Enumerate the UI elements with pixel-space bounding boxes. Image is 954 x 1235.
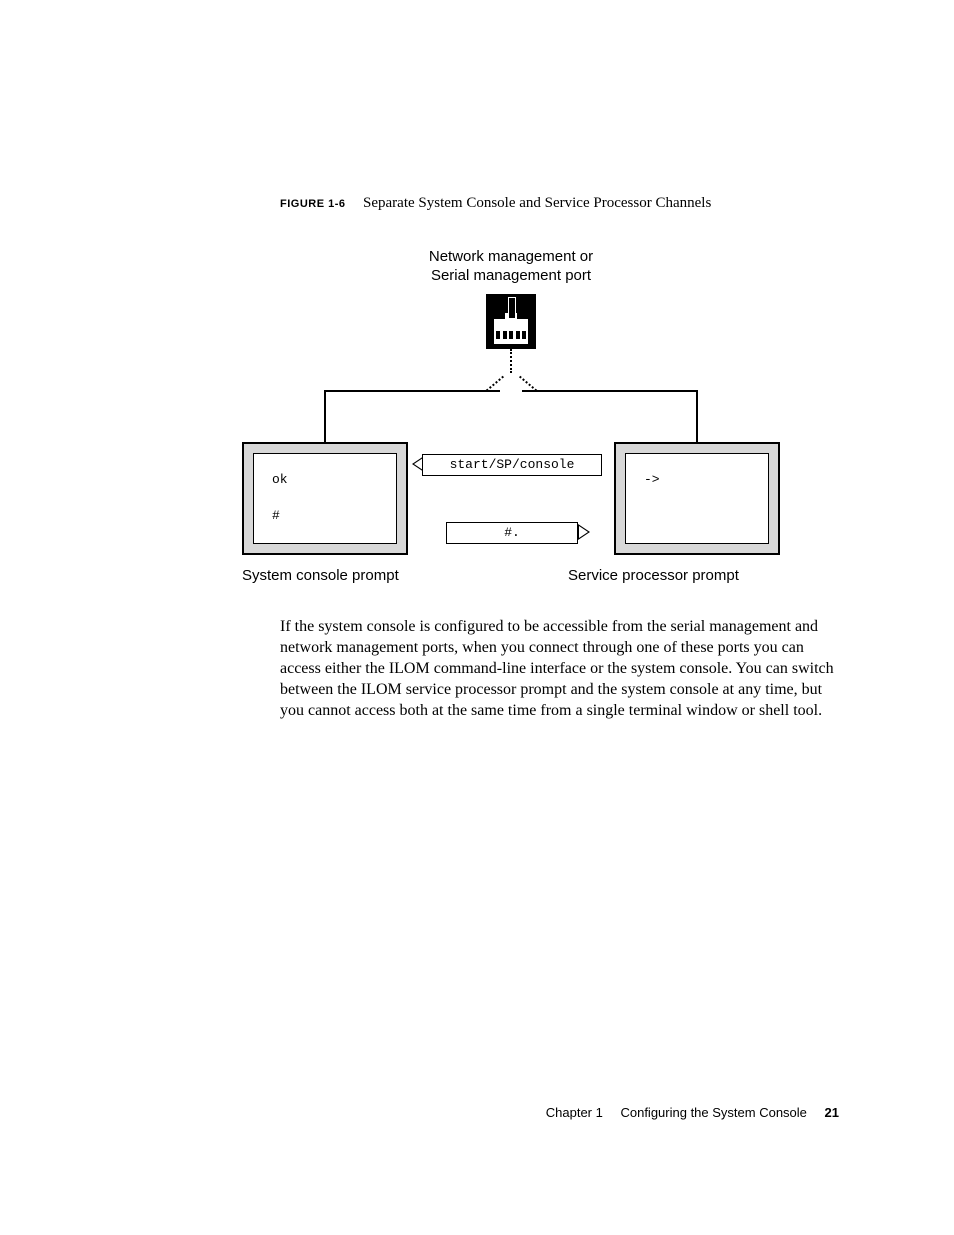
figure-diagram: Network management or Serial management … bbox=[242, 240, 780, 600]
system-console-line1: ok bbox=[272, 472, 288, 487]
service-processor-line1: -> bbox=[644, 472, 660, 487]
command-arrow-bottom: #. bbox=[446, 522, 578, 544]
document-page: FIGURE 1-6 Separate System Console and S… bbox=[0, 0, 954, 1235]
ethernet-port-icon bbox=[486, 294, 536, 349]
footer-page: 21 bbox=[825, 1105, 839, 1120]
system-console-box: ok # bbox=[242, 442, 408, 555]
figure-caption: FIGURE 1-6 Separate System Console and S… bbox=[280, 195, 711, 212]
footer-title: Configuring the System Console bbox=[620, 1105, 806, 1120]
connector-line bbox=[510, 349, 512, 373]
body-paragraph: If the system console is configured to b… bbox=[280, 616, 842, 722]
system-console-line2: # bbox=[272, 508, 280, 523]
command-arrow-top: start/SP/console bbox=[422, 454, 602, 476]
diagram-top-label-line2: Serial management port bbox=[431, 267, 591, 284]
diagram-top-label: Network management or Serial management … bbox=[242, 248, 780, 286]
figure-title: Separate System Console and Service Proc… bbox=[363, 195, 711, 211]
connector-line bbox=[324, 390, 500, 442]
connector-line bbox=[522, 390, 698, 442]
service-processor-caption: Service processor prompt bbox=[568, 567, 739, 584]
service-processor-box: -> bbox=[614, 442, 780, 555]
system-console-caption: System console prompt bbox=[242, 567, 399, 584]
footer-chapter: Chapter 1 bbox=[546, 1105, 603, 1120]
figure-label: FIGURE 1-6 bbox=[280, 198, 346, 210]
page-footer: Chapter 1 Configuring the System Console… bbox=[0, 1105, 954, 1120]
diagram-top-label-line1: Network management or bbox=[429, 248, 593, 265]
arrow-right-icon bbox=[578, 524, 590, 540]
